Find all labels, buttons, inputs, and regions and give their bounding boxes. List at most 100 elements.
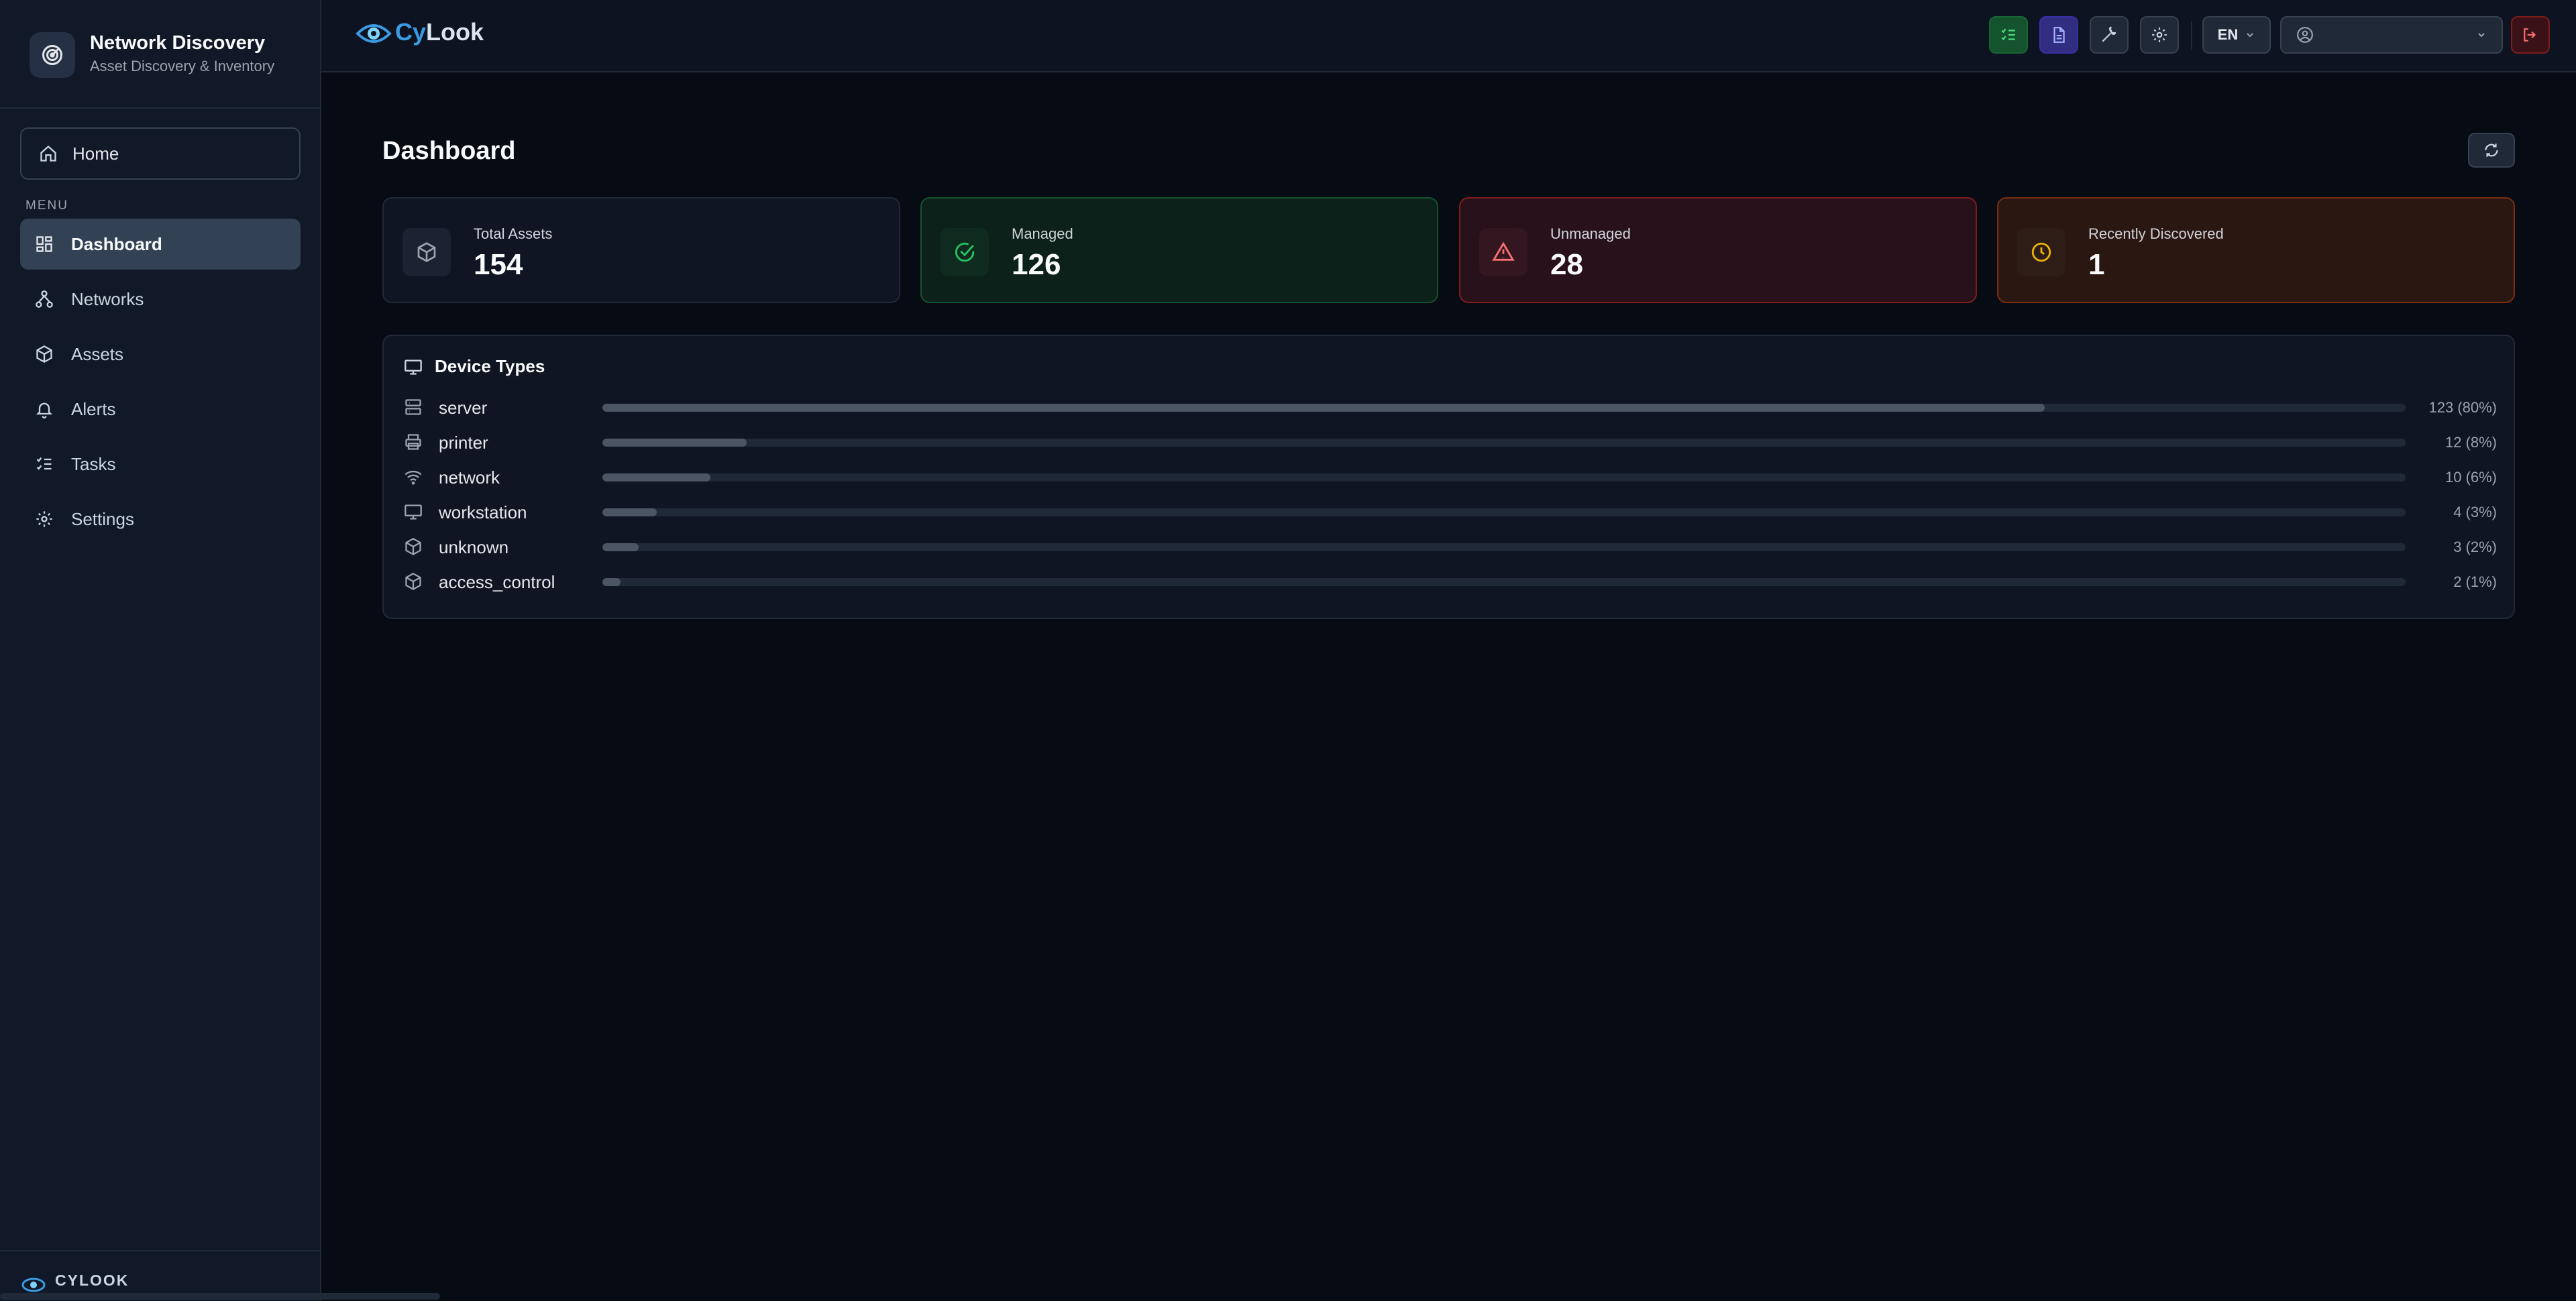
device-type-count: 4 (3%)	[2453, 504, 2497, 520]
document-icon	[2053, 27, 2065, 43]
topbar: CyLook EN	[321, 0, 2576, 72]
language-value: EN	[2217, 26, 2239, 43]
sidebar: Network Discovery Asset Discovery & Inve…	[0, 0, 440, 1301]
sidebar-item-label: Alerts	[71, 398, 116, 419]
stat-card-managed: Managed 126	[920, 197, 1438, 303]
device-type-bar-fill	[602, 404, 2045, 412]
settings-button[interactable]	[2140, 16, 2179, 54]
tasks-icon	[36, 457, 52, 470]
device-type-name: network	[439, 467, 500, 488]
device-type-count: 3 (2%)	[2453, 539, 2497, 555]
device-type-name: unknown	[439, 537, 509, 557]
logout-icon	[2524, 28, 2536, 42]
eye-logo-icon	[356, 24, 392, 43]
stat-value: 126	[1012, 248, 1061, 281]
logout-button[interactable]	[2511, 16, 2550, 54]
device-type-row: unknown 3 (2%)	[404, 529, 2497, 564]
dashboard-icon	[36, 236, 52, 252]
device-type-row: server 123 (80%)	[404, 390, 2497, 425]
device-type-bar-fill	[602, 473, 711, 482]
device-types-panel: Device Types server 123 (80%) printer 12…	[382, 335, 2515, 619]
warning-triangle-icon	[1479, 228, 1527, 276]
home-button[interactable]: Home	[20, 127, 301, 180]
sidebar-item-networks[interactable]: Networks	[20, 274, 301, 325]
device-type-bar-fill	[602, 439, 747, 447]
cylook-logo-icon	[21, 1278, 46, 1292]
logo-text: CyLook	[395, 18, 484, 46]
menu-section-label: MENU	[25, 199, 68, 213]
user-circle-icon	[2297, 27, 2313, 43]
task-list-button[interactable]	[1989, 16, 2028, 54]
device-type-row: printer 12 (8%)	[404, 425, 2497, 459]
panel-title: Device Types	[435, 356, 545, 376]
device-type-bar	[602, 473, 2406, 482]
network-icon	[36, 290, 53, 308]
sidebar-item-label: Dashboard	[71, 233, 162, 254]
stat-value: 1	[2088, 248, 2105, 281]
gear-icon	[2152, 27, 2167, 42]
home-label: Home	[72, 143, 119, 164]
sidebar-item-label: Tasks	[71, 453, 116, 474]
home-icon	[40, 145, 56, 162]
main-content: Dashboard Total Assets 154 Managed 126 U…	[321, 72, 2576, 1301]
device-type-name: workstation	[439, 502, 527, 522]
user-menu[interactable]	[2280, 16, 2503, 54]
logo-text-suffix: Look	[426, 18, 484, 46]
device-type-bar-fill	[602, 508, 657, 516]
radar-icon	[30, 32, 75, 78]
device-type-count: 2 (1%)	[2453, 573, 2497, 590]
sidebar-item-settings[interactable]: Settings	[20, 494, 301, 545]
report-button[interactable]	[2039, 16, 2078, 54]
footer-label: CYLOOK	[55, 1271, 129, 1289]
device-type-bar-fill	[602, 578, 621, 586]
cube-icon	[405, 572, 421, 591]
stat-value: 154	[474, 248, 523, 281]
stat-card-unmanaged: Unmanaged 28	[1459, 197, 1977, 303]
sidebar-item-label: Settings	[71, 508, 134, 529]
device-type-name: printer	[439, 433, 488, 453]
sidebar-item-assets[interactable]: Assets	[20, 329, 301, 380]
wrench-icon	[2102, 26, 2116, 42]
app-logo[interactable]: CyLook	[355, 15, 484, 50]
sidebar-item-label: Networks	[71, 288, 144, 309]
device-type-name: access_control	[439, 572, 555, 592]
stat-card-total-assets: Total Assets 154	[382, 197, 900, 303]
device-type-count: 10 (6%)	[2445, 469, 2497, 486]
gear-icon	[36, 511, 52, 527]
tools-button[interactable]	[2090, 16, 2129, 54]
device-type-row: access_control 2 (1%)	[404, 564, 2497, 599]
sidebar-item-label: Assets	[71, 343, 124, 364]
device-type-count: 12 (8%)	[2445, 434, 2497, 451]
chevron-down-icon	[2478, 33, 2485, 38]
cube-icon	[405, 537, 421, 556]
chevron-down-icon	[2247, 33, 2253, 38]
monitor-icon	[405, 359, 422, 375]
toolbar-divider	[2191, 21, 2192, 50]
brand-subtitle: Asset Discovery & Inventory	[90, 58, 275, 74]
printer-icon	[405, 434, 421, 450]
device-type-bar	[602, 508, 2406, 516]
device-type-name: server	[439, 398, 488, 418]
stat-label: Recently Discovered	[2088, 225, 2224, 242]
device-type-bar	[602, 439, 2406, 447]
brand-title: Network Discovery	[90, 32, 266, 54]
refresh-icon	[2485, 144, 2498, 157]
device-type-bar-fill	[602, 543, 639, 551]
device-type-bar	[602, 578, 2406, 586]
language-select[interactable]: EN	[2202, 16, 2271, 54]
device-type-row: network 10 (6%)	[404, 459, 2497, 494]
page-title: Dashboard	[382, 137, 516, 165]
sidebar-item-alerts[interactable]: Alerts	[20, 384, 301, 435]
refresh-button[interactable]	[2468, 133, 2515, 168]
device-type-row: workstation 4 (3%)	[404, 494, 2497, 529]
logo-text-prefix: Cy	[395, 18, 427, 46]
sidebar-nav: Dashboard Networks Assets Alerts Tasks S…	[20, 219, 301, 549]
bell-icon	[36, 402, 53, 418]
monitor-icon	[405, 504, 422, 520]
sidebar-item-tasks[interactable]: Tasks	[20, 439, 301, 490]
clock-icon	[2017, 228, 2065, 276]
app-root: Network Discovery Asset Discovery & Inve…	[0, 0, 2576, 1301]
sidebar-item-dashboard[interactable]: Dashboard	[20, 219, 301, 270]
server-icon	[405, 399, 421, 415]
stat-label: Managed	[1012, 225, 1073, 242]
